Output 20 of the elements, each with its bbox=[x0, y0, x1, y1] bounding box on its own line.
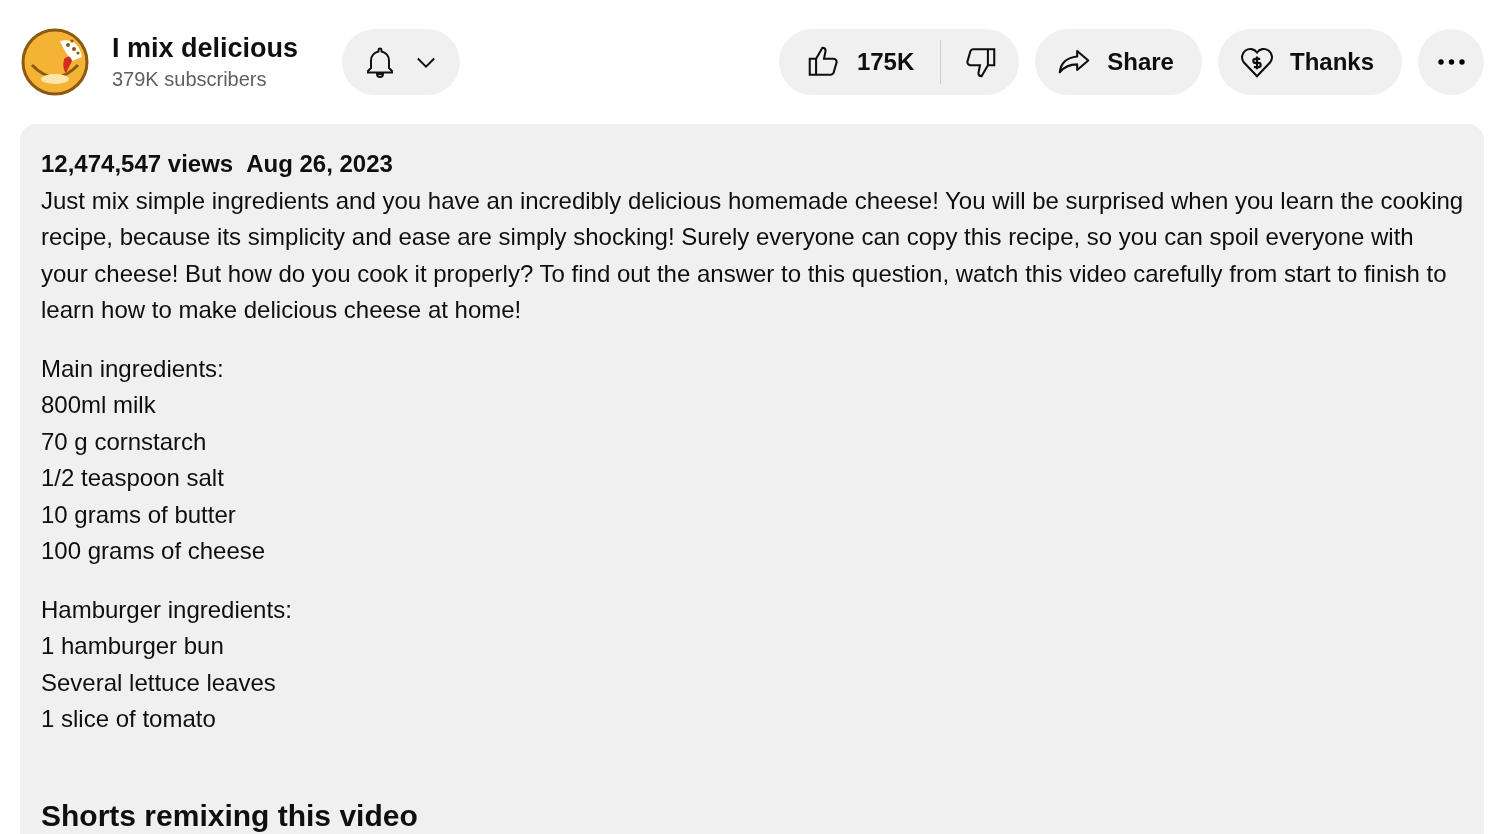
ingredient-line: 10 grams of butter bbox=[41, 499, 237, 530]
ingredient-line: Several lettuce leaves bbox=[41, 667, 277, 698]
ingredient-line: 1 slice of tomato bbox=[41, 704, 217, 734]
subscriber-count: 379K subscribers bbox=[112, 67, 268, 92]
thanks-button[interactable]: Thanks bbox=[1217, 29, 1402, 95]
section-heading: Main ingredients: bbox=[41, 353, 225, 384]
channel-avatar-icon[interactable] bbox=[20, 27, 90, 97]
view-count: 12,474,547 views bbox=[41, 149, 234, 179]
ingredient-line: 70 g cornstarch bbox=[41, 426, 208, 457]
ingredient-line: 1/2 teaspoon salt bbox=[41, 463, 225, 493]
ingredient-line: 1 hamburger bun bbox=[41, 631, 225, 661]
shorts-heading: Shorts remixing this video bbox=[41, 797, 418, 834]
ingredient-line: 800ml milk bbox=[41, 390, 157, 420]
ingredient-line: 100 grams of cheese bbox=[41, 536, 267, 566]
more-icon bbox=[1437, 59, 1465, 65]
section-heading: Hamburger ingredients: bbox=[41, 594, 293, 625]
share-button[interactable]: Share bbox=[1035, 29, 1202, 95]
description-text: Just mix simple ingredients and you have an incredibly delicious homemade cheese! You will be surprised when you learn the cooking recipe, because its simplicity and ease are simply shocking! Surely everyone can copy this recipe, so you can spoil everyone with your cheese! But how do you cook it properly? To find out the answer to this question, watch this video carefully from start to finish to learn how to make delicious cheese at home! bbox=[41, 185, 1464, 325]
upload-date: Aug 26, 2023 bbox=[246, 149, 393, 179]
channel-name[interactable]: I mix delicious bbox=[112, 31, 299, 65]
